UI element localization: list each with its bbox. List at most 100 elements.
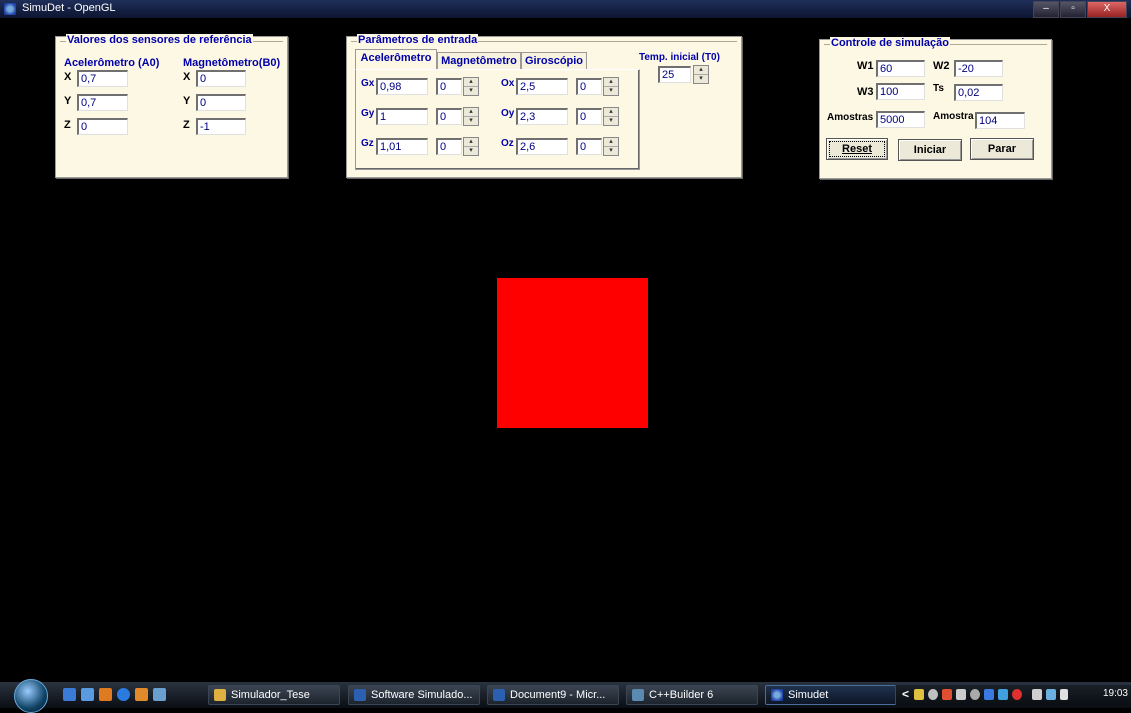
tray-display-icon[interactable] <box>998 689 1008 700</box>
taskbar-item-document9[interactable]: Document9 - Micr... <box>487 685 619 705</box>
accel-x-field[interactable]: 0,7 <box>77 70 128 87</box>
clock[interactable]: 19:03 <box>1103 688 1128 699</box>
close-button[interactable]: X <box>1087 1 1127 18</box>
taskbar-item-software[interactable]: Software Simulado... <box>348 685 480 705</box>
mag-x-label: X <box>183 71 191 83</box>
gx-label: Gx <box>361 78 375 89</box>
accel-y-field[interactable]: 0,7 <box>77 94 128 111</box>
maximize-button[interactable]: ▫ <box>1060 1 1086 18</box>
amostras-label: Amostras <box>827 112 874 123</box>
tray-user-icon[interactable] <box>928 689 938 700</box>
tray-app-icon[interactable] <box>914 689 924 700</box>
reset-button[interactable]: Reset <box>826 138 888 160</box>
temp-spinner[interactable]: ▴ ▾ <box>693 65 709 84</box>
gz-field[interactable]: 1,01 <box>376 138 428 155</box>
mag-z-label: Z <box>183 119 190 131</box>
oy-label: Oy <box>501 108 515 119</box>
clock-app-icon[interactable] <box>135 688 148 701</box>
bluetooth-icon[interactable] <box>984 689 994 700</box>
taskbar-item-label: Simulador_Tese <box>231 689 310 701</box>
parar-button[interactable]: Parar <box>970 138 1034 160</box>
opengl-canvas[interactable]: Valores dos sensores de referência Acele… <box>6 18 1124 682</box>
taskbar-item-simudet[interactable]: Simudet <box>765 685 897 705</box>
gy-spinner[interactable]: ▴ ▾ <box>463 107 479 126</box>
accel-z-label: Z <box>64 119 71 131</box>
volume-icon[interactable] <box>1060 689 1068 700</box>
tray-alert-icon[interactable] <box>1012 689 1022 700</box>
taskbar: Simulador_Tese Software Simulado... Docu… <box>0 679 1131 713</box>
oy-spinner[interactable]: ▴ ▾ <box>603 107 619 126</box>
oy-spin-field[interactable]: 0 <box>576 108 602 125</box>
mag-y-label: Y <box>183 95 191 107</box>
taskbar-item-simulador[interactable]: Simulador_Tese <box>208 685 340 705</box>
tray-flash-icon[interactable] <box>942 689 952 700</box>
word-icon <box>493 689 505 701</box>
mag-y-field[interactable]: 0 <box>196 94 246 111</box>
w3-label: W3 <box>857 86 874 98</box>
mag-x-field[interactable]: 0 <box>196 70 246 87</box>
w3-field[interactable]: 100 <box>876 83 925 100</box>
oz-label: Oz <box>501 138 514 149</box>
temp-label: Temp. inicial (T0) <box>639 52 720 63</box>
tab-magnetometro[interactable]: Magnetômetro <box>437 52 521 69</box>
accel-label: Acelerômetro (A0) <box>64 57 160 69</box>
gz-spin-field[interactable]: 0 <box>436 138 462 155</box>
ox-field[interactable]: 2,5 <box>516 78 568 95</box>
gy-spin-field[interactable]: 0 <box>436 108 462 125</box>
gz-label: Gz <box>361 138 374 149</box>
show-desktop-icon[interactable] <box>63 688 76 701</box>
network-icon[interactable] <box>1046 689 1056 700</box>
tray-settings-icon[interactable] <box>970 689 980 700</box>
control-title: Controle de simulação <box>830 37 950 49</box>
taskbar-item-cbuilder[interactable]: C++Builder 6 <box>626 685 758 705</box>
minimize-button[interactable]: – <box>1033 1 1059 18</box>
gx-spin-field[interactable]: 0 <box>436 78 462 95</box>
red-square <box>497 278 648 428</box>
mag-z-field[interactable]: -1 <box>196 118 246 135</box>
gz-spinner[interactable]: ▴ ▾ <box>463 137 479 156</box>
ox-label: Ox <box>501 78 515 89</box>
internet-explorer-icon[interactable] <box>117 688 130 701</box>
taskbar-item-label: Simudet <box>788 689 829 701</box>
system-tray: < 19:03 <box>895 685 1131 705</box>
tray-network-icon[interactable] <box>956 689 966 700</box>
oz-spinner[interactable]: ▴ ▾ <box>603 137 619 156</box>
params-panel: Parâmetros de entrada Acelerômetro Magne… <box>346 34 742 178</box>
iniciar-button[interactable]: Iniciar <box>898 139 962 161</box>
gy-field[interactable]: 1 <box>376 108 428 125</box>
app-icon[interactable] <box>4 3 16 15</box>
app-icon <box>771 689 783 701</box>
temp-field[interactable]: 25 <box>658 66 691 83</box>
sensors-panel: Valores dos sensores de referência Acele… <box>55 34 288 178</box>
amostra-field[interactable]: 104 <box>975 112 1025 129</box>
w2-label: W2 <box>933 60 950 72</box>
tab-giroscopio[interactable]: Giroscópio <box>521 52 587 69</box>
w1-label: W1 <box>857 60 874 72</box>
ox-spinner[interactable]: ▴ ▾ <box>603 77 619 96</box>
ox-spin-field[interactable]: 0 <box>576 78 602 95</box>
tray-chevron-icon[interactable]: < <box>902 687 909 701</box>
params-title: Parâmetros de entrada <box>357 34 479 46</box>
oz-field[interactable]: 2,6 <box>516 138 568 155</box>
explorer-icon[interactable] <box>153 688 166 701</box>
oz-spin-field[interactable]: 0 <box>576 138 602 155</box>
oy-field[interactable]: 2,3 <box>516 108 568 125</box>
builder-icon <box>632 689 644 701</box>
w1-field[interactable]: 60 <box>876 60 925 77</box>
gx-field[interactable]: 0,98 <box>376 78 428 95</box>
media-player-icon[interactable] <box>99 688 112 701</box>
gx-spinner[interactable]: ▴ ▾ <box>463 77 479 96</box>
accel-z-field[interactable]: 0 <box>77 118 128 135</box>
sensors-title: Valores dos sensores de referência <box>66 34 253 46</box>
mag-label: Magnetômetro(B0) <box>183 57 281 69</box>
tab-acelerometro[interactable]: Acelerômetro <box>355 49 437 69</box>
tray-device-icon[interactable] <box>1032 689 1042 700</box>
switch-windows-icon[interactable] <box>81 688 94 701</box>
ts-field[interactable]: 0,02 <box>954 84 1003 101</box>
taskbar-item-label: Software Simulado... <box>371 689 473 701</box>
w2-field[interactable]: -20 <box>954 60 1003 77</box>
amostras-field[interactable]: 5000 <box>876 111 925 128</box>
folder-icon <box>214 689 226 701</box>
taskbar-item-label: Document9 - Micr... <box>510 689 606 701</box>
window-title: SimuDet - OpenGL <box>22 2 116 14</box>
